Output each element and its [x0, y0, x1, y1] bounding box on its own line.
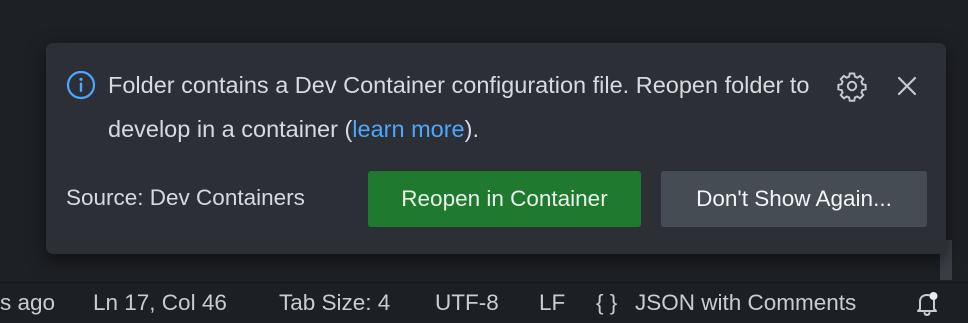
status-bar: s ago Ln 17, Col 46 Tab Size: 4 UTF-8 LF…	[0, 282, 968, 323]
notification-message-end: ).	[464, 116, 479, 142]
json-braces-icon: { }	[596, 290, 618, 315]
learn-more-link[interactable]: learn more	[352, 116, 464, 142]
bell-icon[interactable]	[912, 288, 942, 318]
status-tab-size[interactable]: Tab Size: 4	[279, 290, 390, 316]
info-icon	[66, 70, 96, 100]
status-eol[interactable]: LF	[539, 290, 565, 316]
close-icon[interactable]	[892, 71, 922, 101]
notification-source: Source: Dev Containers	[66, 185, 305, 210]
notification-message: Folder contains a Dev Container configur…	[108, 63, 828, 151]
dont-show-again-button[interactable]: Don't Show Again...	[661, 171, 927, 227]
notification-toast: Folder contains a Dev Container configur…	[46, 43, 946, 254]
gear-icon[interactable]	[836, 70, 868, 102]
reopen-in-container-button[interactable]: Reopen in Container	[368, 171, 641, 227]
status-time[interactable]: s ago	[0, 290, 55, 316]
status-language-mode[interactable]: JSON with Comments	[635, 290, 856, 316]
status-encoding[interactable]: UTF-8	[435, 290, 499, 316]
status-cursor-position[interactable]: Ln 17, Col 46	[93, 290, 227, 316]
